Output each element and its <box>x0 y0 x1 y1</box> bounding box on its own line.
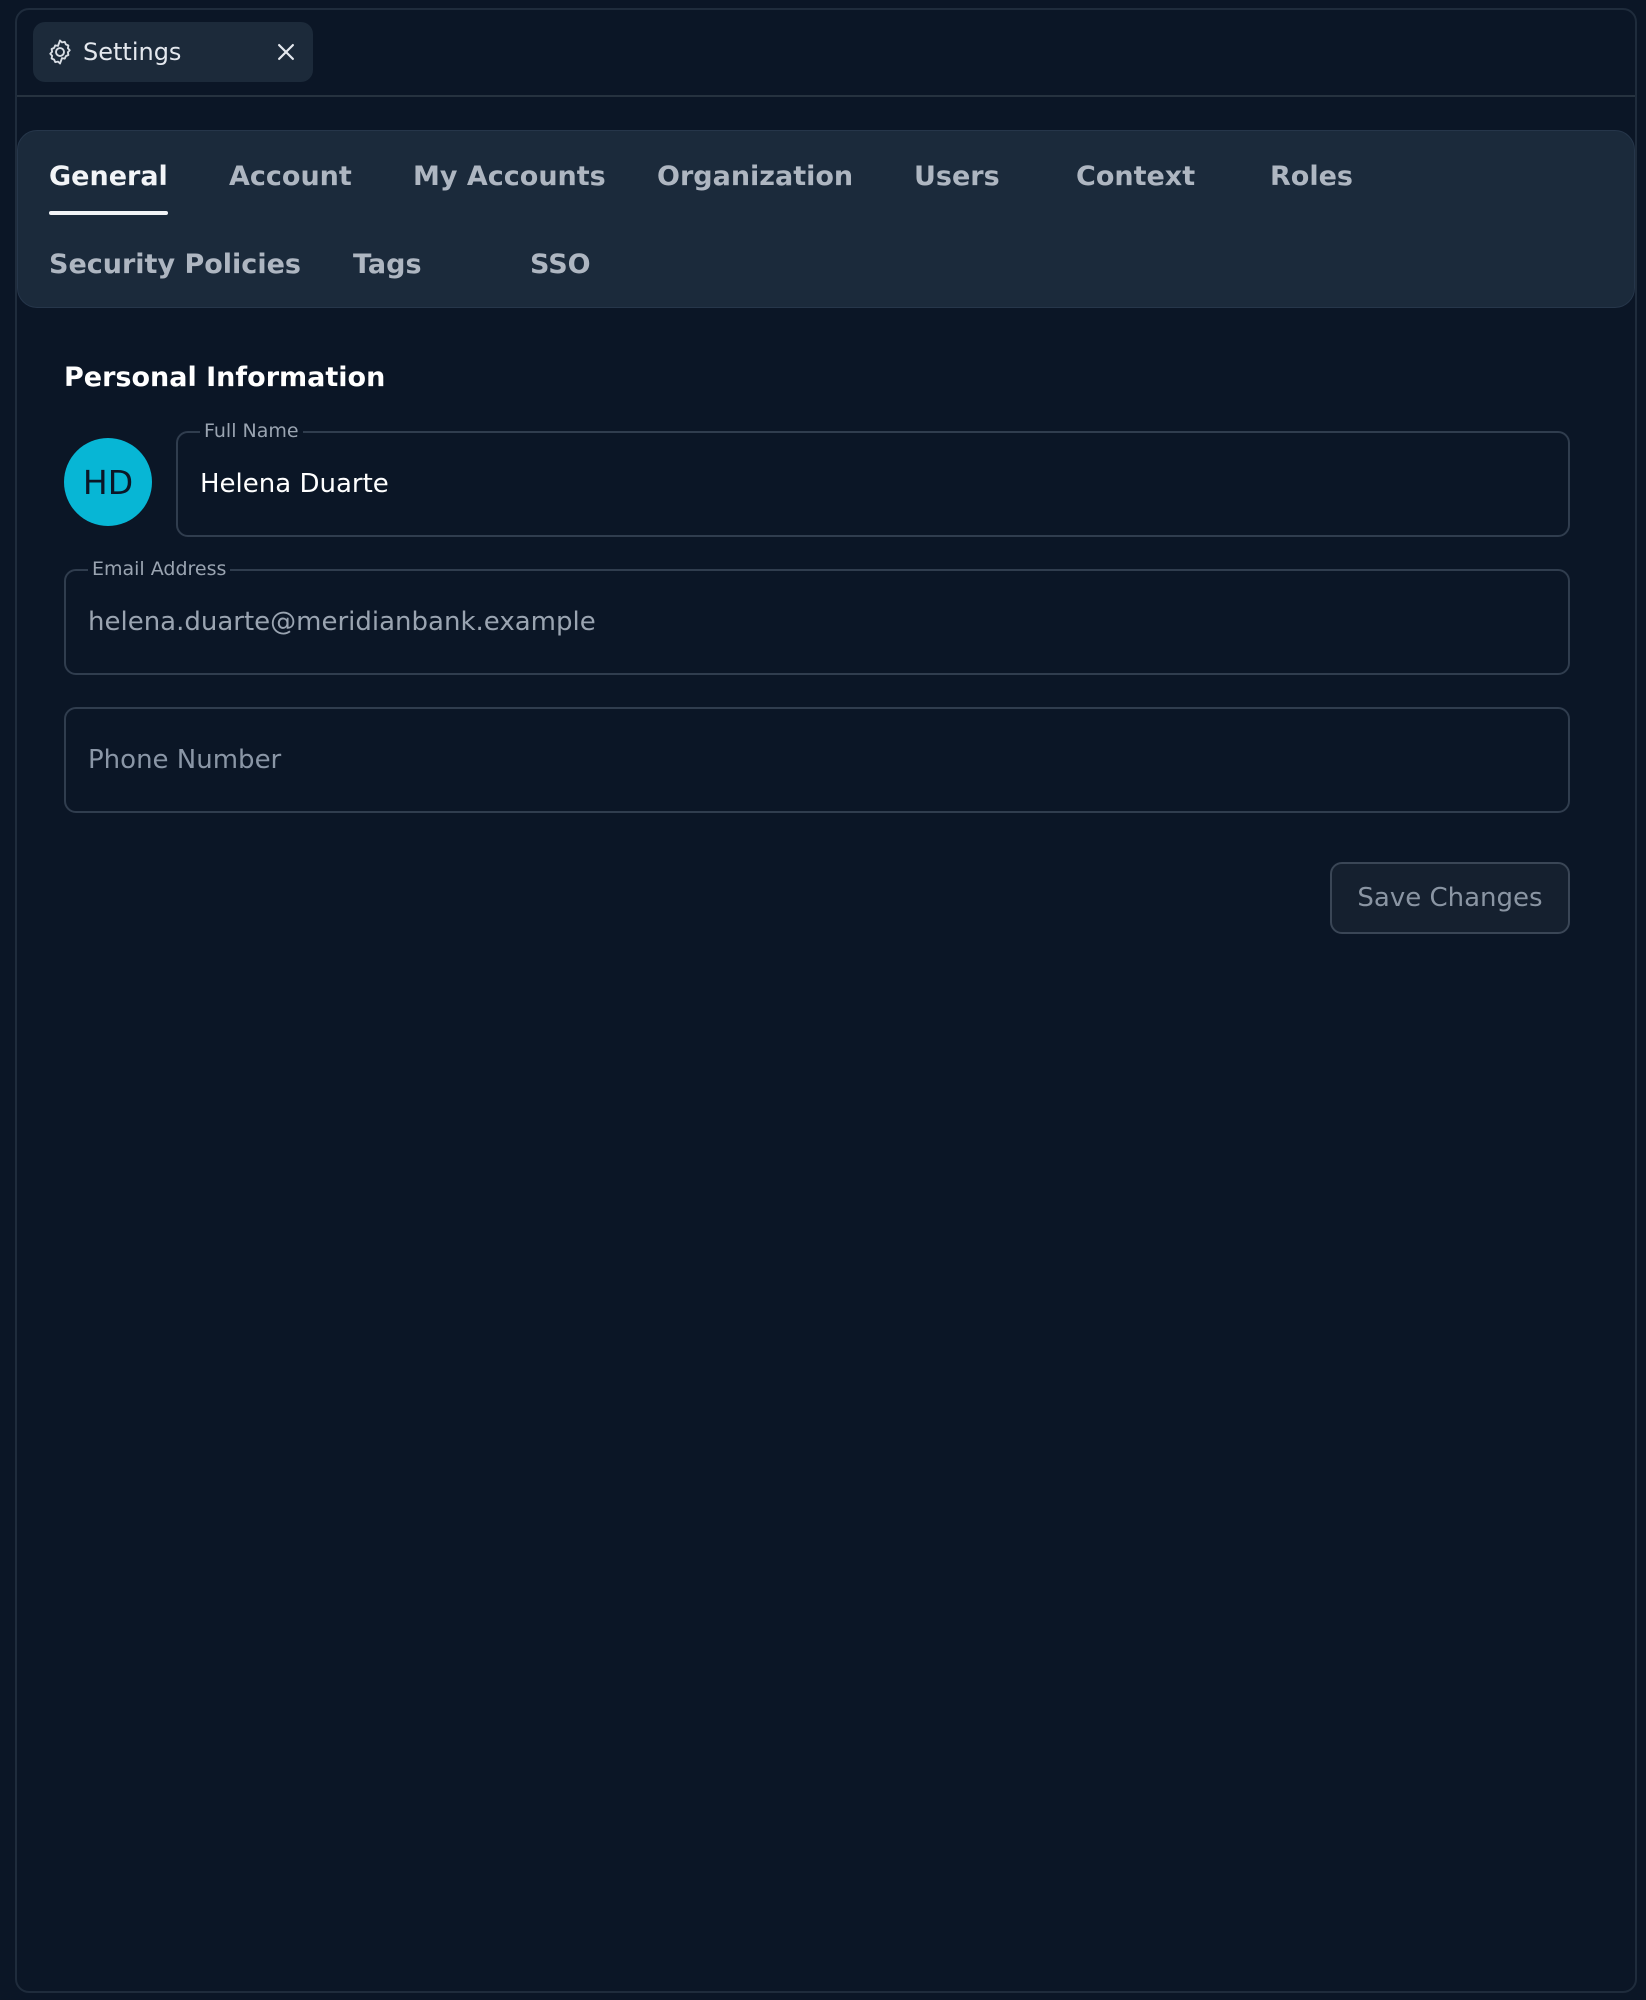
tab-security-policies[interactable]: Security Policies <box>49 249 301 280</box>
gear-icon <box>45 37 75 67</box>
settings-tab-bar: General Account My Accounts Organization… <box>17 130 1635 308</box>
tab-sso[interactable]: SSO <box>530 249 591 280</box>
phone-input[interactable] <box>88 709 1546 811</box>
tab-my-accounts[interactable]: My Accounts <box>413 161 606 192</box>
phone-field <box>64 707 1570 813</box>
tab-label: SSO <box>530 249 591 280</box>
tab-label: Account <box>229 161 352 192</box>
title-bar: Settings <box>17 10 1635 97</box>
tab-general[interactable]: General <box>49 161 168 215</box>
settings-window-tab[interactable]: Settings <box>33 22 313 82</box>
tab-users[interactable]: Users <box>914 161 1000 192</box>
tab-roles[interactable]: Roles <box>1270 161 1353 192</box>
tab-label: General <box>49 161 168 192</box>
email-input[interactable] <box>88 571 1546 673</box>
tab-label: Tags <box>353 249 422 280</box>
save-changes-button[interactable]: Save Changes <box>1330 862 1570 934</box>
active-tab-indicator <box>49 211 168 215</box>
avatar-initials: HD <box>82 462 134 502</box>
tab-label: My Accounts <box>413 161 606 192</box>
section-title: Personal Information <box>64 362 386 393</box>
tab-label: Security Policies <box>49 249 301 280</box>
tab-account[interactable]: Account <box>229 161 352 192</box>
close-icon[interactable] <box>271 37 301 67</box>
settings-window: Settings General Account My Accounts Org… <box>15 8 1637 1993</box>
full-name-field: Full Name <box>176 419 1570 537</box>
email-field: Email Address <box>64 557 1570 675</box>
full-name-input[interactable] <box>200 433 1546 535</box>
window-tab-title: Settings <box>83 38 182 66</box>
avatar: HD <box>64 438 152 526</box>
tab-label: Context <box>1076 161 1196 192</box>
tab-tags[interactable]: Tags <box>353 249 422 280</box>
tab-label: Roles <box>1270 161 1353 192</box>
tab-organization[interactable]: Organization <box>657 161 853 192</box>
tab-context[interactable]: Context <box>1076 161 1195 192</box>
tab-label: Organization <box>657 161 854 192</box>
tab-label: Users <box>914 161 1000 192</box>
